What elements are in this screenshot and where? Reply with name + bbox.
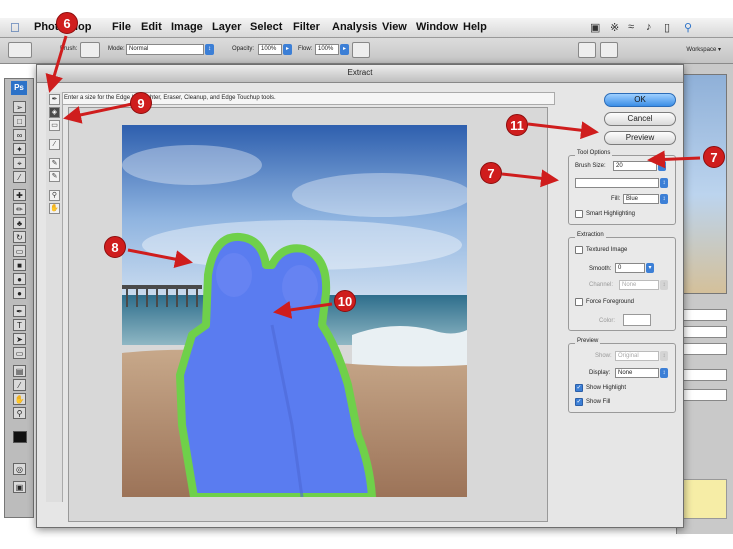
callout-8-arrow [127,248,193,268]
callout-11-arrow [527,121,599,140]
callout-badge-11: 11 [506,114,528,136]
callout-badge-10: 10 [334,290,356,312]
callout-badge-7-right: 7 [703,146,725,168]
callout-7-arrow-left [501,169,559,188]
callout-badge-6: 6 [56,12,78,34]
callout-9-arrow [63,102,133,124]
callout-6-arrow [45,35,68,93]
screenshot-root:  Photoshop File Edit Image Layer Select… [0,0,733,549]
callout-badge-7-left: 7 [480,162,502,184]
callout-arrows [45,35,701,319]
callout-badge-8: 8 [104,236,126,258]
callout-10-arrow [273,300,333,319]
callout-7-arrow-right [647,150,701,169]
callout-badge-9: 9 [130,92,152,114]
